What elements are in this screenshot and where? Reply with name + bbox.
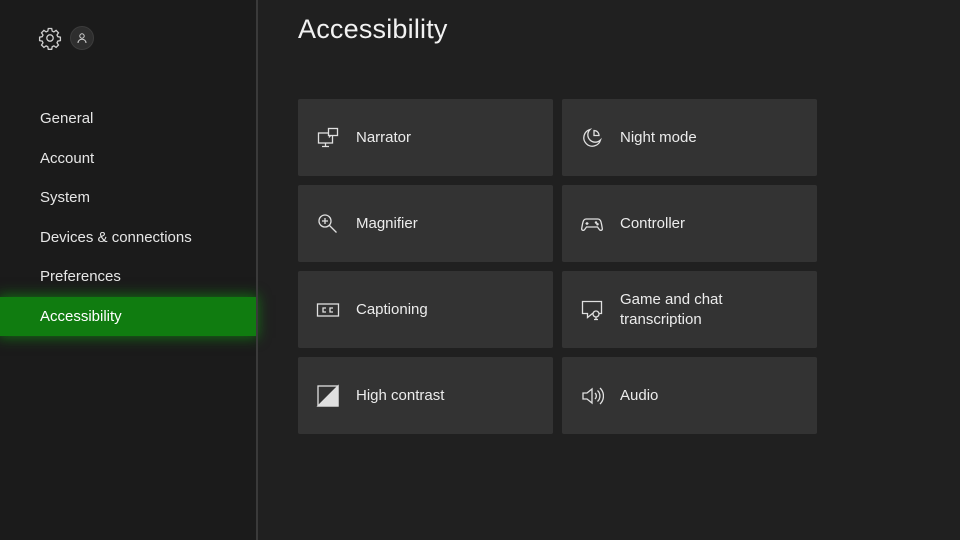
tile-label: Audio: [620, 386, 659, 404]
gear-icon[interactable]: [38, 26, 62, 50]
tile-label: Captioning: [356, 300, 428, 318]
sidebar-top-icons: [38, 26, 94, 50]
tile-label: Game and chat transcription: [620, 290, 723, 328]
sidebar: General Account System Devices & connect…: [0, 0, 256, 540]
tile-label: Controller: [620, 214, 686, 232]
sidebar-item-devices-connections[interactable]: Devices & connections: [0, 218, 256, 258]
tile-narrator[interactable]: Narrator: [298, 99, 553, 176]
transcription-icon: [580, 298, 604, 322]
tile-night-mode[interactable]: Night mode: [562, 99, 817, 176]
tile-label: High contrast: [356, 386, 445, 404]
sidebar-item-general[interactable]: General: [0, 99, 256, 139]
sidebar-item-system[interactable]: System: [0, 178, 256, 218]
tile-magnifier[interactable]: Magnifier: [298, 185, 553, 262]
magnifier-icon: [316, 212, 340, 236]
sidebar-nav: General Account System Devices & connect…: [0, 99, 256, 336]
sidebar-item-account[interactable]: Account: [0, 139, 256, 179]
page-title: Accessibility: [298, 14, 448, 44]
captioning-icon: [316, 298, 340, 322]
high-contrast-icon: [316, 383, 340, 408]
accessibility-tile-grid: Narrator Night mode Magnifier Controller…: [298, 99, 817, 434]
sidebar-item-preferences[interactable]: Preferences: [0, 257, 256, 297]
tile-captioning[interactable]: Captioning: [298, 271, 553, 348]
avatar-icon[interactable]: [70, 26, 94, 50]
sidebar-divider: [256, 0, 258, 540]
settings-screen: General Account System Devices & connect…: [0, 0, 960, 540]
tile-label: Magnifier: [356, 214, 418, 232]
controller-icon: [580, 212, 604, 236]
tile-controller[interactable]: Controller: [562, 185, 817, 262]
tile-game-chat-transcription[interactable]: Game and chat transcription: [562, 271, 817, 348]
audio-icon: [580, 384, 604, 408]
tile-audio[interactable]: Audio: [562, 357, 817, 434]
narrator-icon: [316, 126, 340, 150]
tile-label: Narrator: [356, 128, 412, 146]
sidebar-item-accessibility[interactable]: Accessibility: [0, 296, 256, 336]
night-mode-icon: [580, 126, 604, 150]
tile-high-contrast[interactable]: High contrast: [298, 357, 553, 434]
tile-label: Night mode: [620, 128, 697, 146]
